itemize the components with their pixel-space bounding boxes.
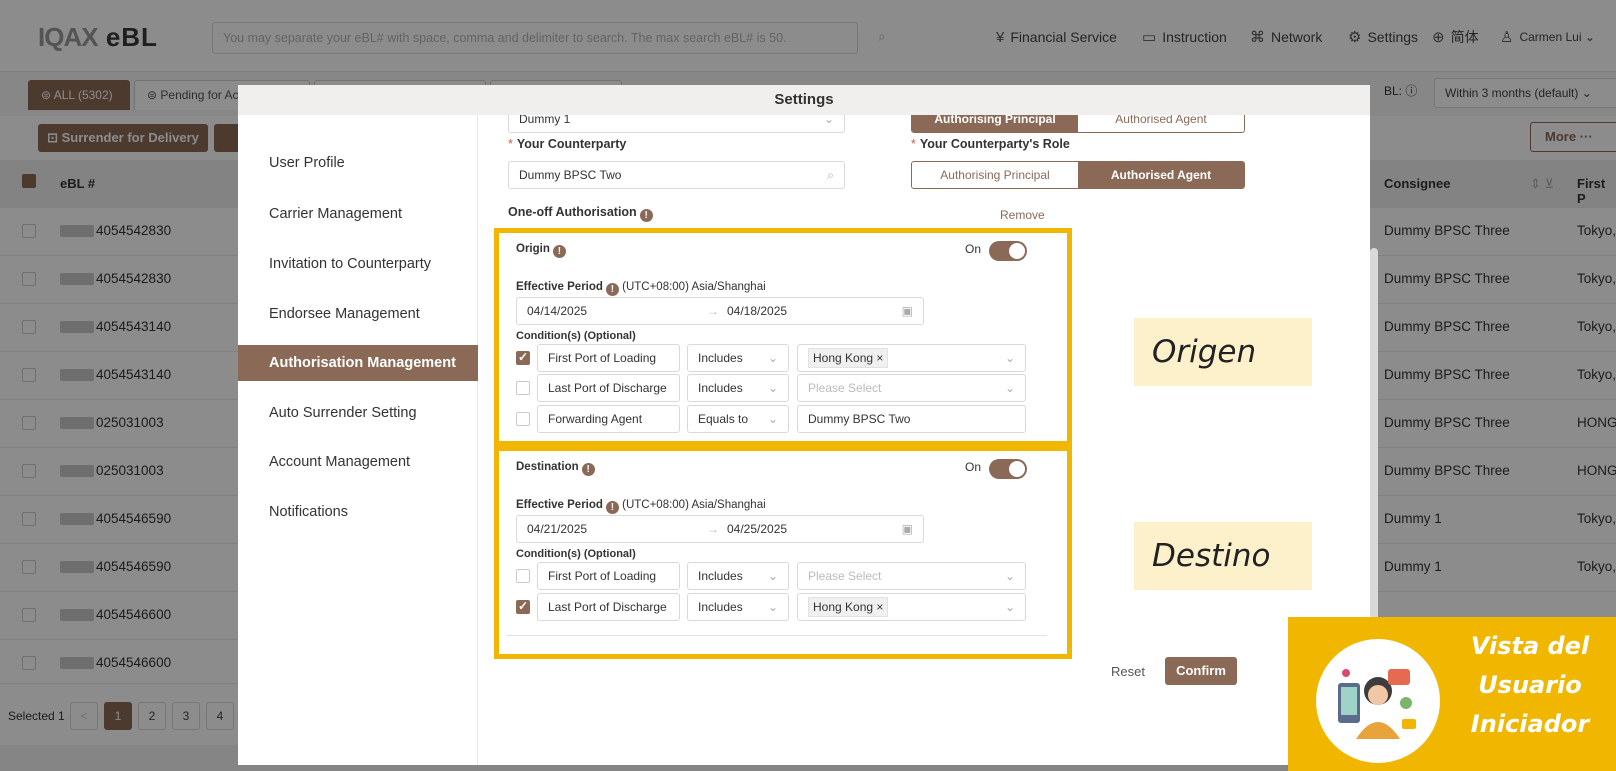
counterparty-label: * Your Counterparty (508, 137, 627, 151)
chevron-down-icon: ⌄ (767, 569, 778, 583)
origin-condition-2-operator[interactable]: Includes ⌄ (687, 374, 789, 402)
chevron-down-icon: ⌄ (767, 600, 778, 614)
chevron-down-icon: ⌄ (767, 351, 778, 365)
info-icon: ! (581, 463, 595, 476)
sidebar-item-carrier-management[interactable]: Carrier Management (238, 196, 478, 232)
initiator-view-label: Vista del Usuario Iniciador (1470, 632, 1590, 738)
reset-button[interactable]: Reset (1111, 664, 1145, 679)
chevron-down-icon: ⌄ (1004, 351, 1015, 365)
confirm-button[interactable]: Confirm (1165, 657, 1237, 685)
arrow-right-icon: → (707, 304, 719, 318)
value-tag: Hong Kong × (808, 348, 889, 368)
oneoff-authorisation-label: One-off Authorisation! (508, 205, 653, 222)
chevron-down-icon: ⌄ (1004, 381, 1015, 395)
role-authorised-agent[interactable]: Authorised Agent (1078, 115, 1244, 132)
destination-condition-1-field[interactable]: First Port of Loading (537, 562, 680, 590)
sidebar-item-endorsee-management[interactable]: Endorsee Management (238, 296, 478, 332)
initiator-view-badge: Vista del Usuario Iniciador (1288, 617, 1616, 771)
settings-modal: Settings User Profile Carrier Management… (238, 85, 1370, 765)
search-icon: ⌕ (827, 168, 834, 182)
destination-callout: Destino (1134, 522, 1312, 590)
origin-conditions-label: Condition(s) (Optional) (516, 330, 636, 342)
role-authorising-principal[interactable]: Authorising Principal (912, 162, 1078, 188)
origin-condition-3-checkbox[interactable] (516, 412, 530, 426)
remove-link[interactable]: Remove (1000, 208, 1045, 222)
arrow-right-icon: → (707, 522, 719, 536)
chevron-down-icon: ⌄ (1004, 600, 1015, 614)
origin-condition-1-value[interactable]: Hong Kong × ⌄ (797, 344, 1026, 372)
principal-input[interactable]: Dummy 1 ⌄ (508, 115, 845, 133)
calendar-icon: ▣ (901, 304, 913, 318)
destination-panel: Destination! On Effective Period! (UTC+0… (494, 446, 1072, 659)
sidebar-item-invitation[interactable]: Invitation to Counterparty (238, 246, 478, 282)
origin-condition-2-field[interactable]: Last Port of Discharge (537, 374, 680, 402)
origin-condition-1-checkbox[interactable] (516, 350, 530, 365)
origin-title: Origin! (516, 243, 566, 258)
role-authorised-agent[interactable]: Authorised Agent (1078, 162, 1244, 188)
role-authorising-principal[interactable]: Authorising Principal (912, 115, 1078, 132)
destination-toggle-label: On (965, 460, 982, 474)
modal-title: Settings (238, 85, 1370, 115)
settings-sidebar: User Profile Carrier Management Invitati… (238, 115, 478, 765)
origin-condition-3-operator[interactable]: Equals to ⌄ (687, 405, 789, 433)
destination-toggle[interactable] (989, 459, 1027, 479)
destination-condition-2-operator[interactable]: Includes ⌄ (687, 593, 789, 621)
origin-toggle[interactable] (989, 241, 1027, 261)
destination-condition-2-checkbox[interactable] (516, 599, 530, 614)
chevron-down-icon: ⌄ (767, 412, 778, 426)
counterparty-role-label: * Your Counterparty's Role (911, 137, 1070, 151)
sidebar-item-account-management[interactable]: Account Management (238, 444, 478, 480)
origin-condition-2-checkbox[interactable] (516, 381, 530, 395)
info-icon: ! (605, 283, 619, 296)
counterparty-role-toggle[interactable]: Authorising Principal Authorised Agent (911, 161, 1245, 189)
destination-condition-2-value[interactable]: Hong Kong × ⌄ (797, 593, 1026, 621)
chevron-down-icon: ⌄ (823, 115, 834, 126)
modal-scrollbar[interactable] (1370, 248, 1378, 628)
close-icon[interactable]: × (876, 600, 883, 614)
origin-condition-3-field[interactable]: Forwarding Agent (537, 405, 680, 433)
destination-conditions-label: Condition(s) (Optional) (516, 548, 636, 560)
calendar-icon: ▣ (901, 522, 913, 536)
origin-toggle-label: On (965, 242, 982, 256)
chevron-down-icon: ⌄ (767, 381, 778, 395)
authorisation-form: Dummy 1 ⌄ Authorising Principal Authorise… (479, 115, 1369, 765)
value-tag: Hong Kong × (808, 597, 889, 617)
destination-title: Destination! (516, 461, 595, 476)
my-role-toggle[interactable]: Authorising Principal Authorised Agent (911, 115, 1245, 133)
divider (507, 635, 1047, 636)
info-icon: ! (552, 245, 566, 258)
destination-condition-2-field[interactable]: Last Port of Discharge (537, 593, 680, 621)
origin-callout: Origen (1134, 318, 1312, 386)
origin-condition-2-value[interactable]: Please Select ⌄ (797, 374, 1026, 402)
origin-condition-1-operator[interactable]: Includes ⌄ (687, 344, 789, 372)
counterparty-input[interactable]: Dummy BPSC Two ⌕ (508, 161, 845, 189)
origin-condition-1-field[interactable]: First Port of Loading (537, 344, 680, 372)
origin-condition-3-value[interactable]: Dummy BPSC Two (797, 405, 1026, 433)
destination-condition-1-operator[interactable]: Includes ⌄ (687, 562, 789, 590)
close-icon[interactable]: × (876, 351, 883, 365)
chevron-down-icon: ⌄ (1004, 569, 1015, 583)
origin-period-label: Effective Period! (UTC+08:00) Asia/Shang… (516, 281, 766, 296)
origin-panel: Origin! On Effective Period! (UTC+08:00)… (494, 228, 1072, 446)
sidebar-item-authorisation-management[interactable]: Authorisation Management (238, 345, 478, 381)
sidebar-item-user-profile[interactable]: User Profile (238, 145, 478, 181)
info-icon: ! (605, 501, 619, 514)
origin-date-range[interactable]: 04/14/2025 → 04/18/2025 ▣ (516, 297, 924, 325)
destination-condition-1-checkbox[interactable] (516, 569, 530, 583)
destination-date-range[interactable]: 04/21/2025 → 04/25/2025 ▣ (516, 515, 924, 543)
sidebar-item-notifications[interactable]: Notifications (238, 494, 478, 530)
destination-period-label: Effective Period! (UTC+08:00) Asia/Shang… (516, 499, 766, 514)
user-illustration (1316, 639, 1440, 763)
destination-condition-1-value[interactable]: Please Select ⌄ (797, 562, 1026, 590)
sidebar-item-auto-surrender[interactable]: Auto Surrender Setting (238, 395, 478, 431)
info-icon: ! (639, 209, 653, 222)
